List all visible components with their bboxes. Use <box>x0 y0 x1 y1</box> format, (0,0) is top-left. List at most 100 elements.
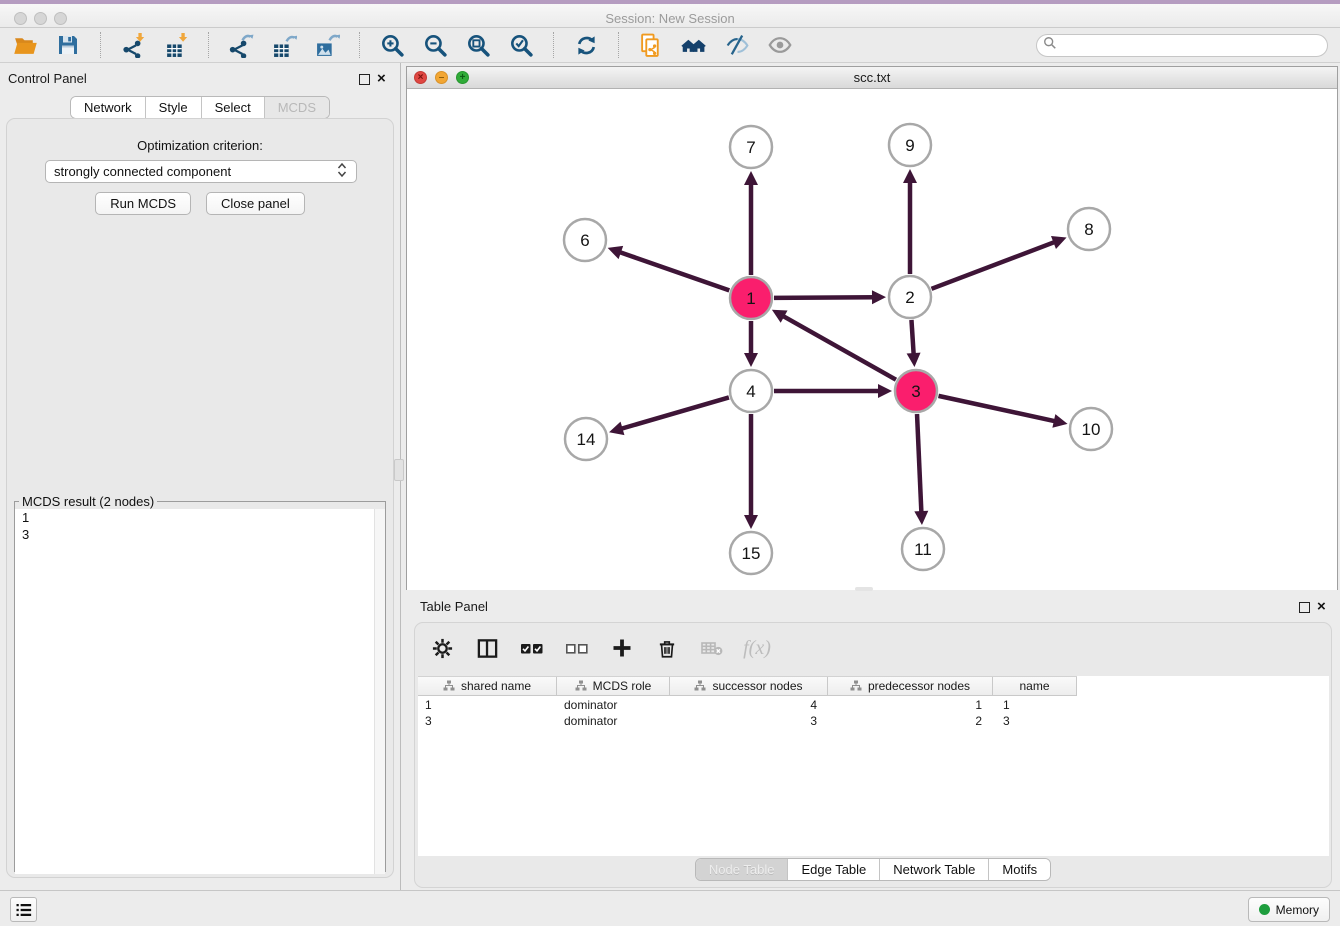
tab-node-table[interactable]: Node Table <box>696 859 789 880</box>
session-title: Session: New Session <box>0 11 1340 26</box>
graph-edge-arrowhead <box>609 422 624 435</box>
canvas-grip <box>855 587 873 591</box>
mcds-panel: Optimization criterion: strongly connect… <box>6 118 394 878</box>
export-table-icon[interactable] <box>271 32 297 58</box>
graph-edge-arrowhead <box>744 171 758 185</box>
control-panel-close-icon[interactable]: × <box>377 73 388 84</box>
import-network-icon[interactable] <box>120 32 146 58</box>
toolbar-separator <box>208 32 209 58</box>
delete-table-icon-disabled <box>699 635 725 661</box>
zoom-fit-icon[interactable] <box>465 32 491 58</box>
run-mcds-button[interactable]: Run MCDS <box>95 192 191 215</box>
close-panel-button[interactable]: Close panel <box>206 192 305 215</box>
memory-label: Memory <box>1276 903 1319 917</box>
hide-selected-icon[interactable] <box>724 32 750 58</box>
graph-node-label: 14 <box>577 430 596 449</box>
network-window-title: scc.txt <box>407 70 1337 85</box>
search-input[interactable] <box>1061 37 1327 55</box>
table-panel-close-icon[interactable]: × <box>1317 601 1328 612</box>
titlebar: Session: New Session <box>0 0 1340 28</box>
tab-motifs[interactable]: Motifs <box>989 859 1050 880</box>
graph-edge-arrowhead <box>1052 414 1067 428</box>
save-session-icon[interactable] <box>55 32 81 58</box>
table-settings-gear-icon[interactable] <box>429 635 455 661</box>
network-graph[interactable]: 1234678910111415 <box>407 89 1337 590</box>
graph-node-label: 3 <box>911 382 920 401</box>
graph-node-label: 4 <box>746 382 755 401</box>
network-view-window: × – + scc.txt 1234678910111415 <box>406 66 1338 590</box>
graph-node-label: 6 <box>580 231 589 250</box>
graph-node-label: 1 <box>746 289 755 308</box>
unselect-all-columns-icon[interactable] <box>564 635 590 661</box>
import-table-icon[interactable] <box>163 32 189 58</box>
tab-mcds[interactable]: MCDS <box>265 97 329 118</box>
table-panel-title: Table Panel <box>420 599 488 614</box>
mcds-result-title: MCDS result (2 nodes) <box>19 494 157 509</box>
reset-home-icon[interactable] <box>681 32 707 58</box>
tab-style[interactable]: Style <box>146 97 202 118</box>
toggle-column-panel-icon[interactable] <box>474 635 500 661</box>
graph-node-label: 10 <box>1082 420 1101 439</box>
graph-edge-arrowhead <box>608 246 624 259</box>
graph-edge-arrowhead <box>907 353 921 367</box>
tab-network[interactable]: Network <box>71 97 146 118</box>
panel-divider-grip[interactable] <box>394 459 404 481</box>
graph-edge-arrowhead <box>914 511 928 525</box>
delete-column-trash-icon[interactable] <box>654 635 680 661</box>
graph-edge-3-1[interactable] <box>781 315 896 380</box>
main-toolbar <box>0 28 1340 63</box>
tab-network-table[interactable]: Network Table <box>880 859 989 880</box>
search-icon <box>1043 36 1057 55</box>
column-header-mcds-role[interactable]: MCDS role <box>557 677 670 695</box>
column-type-icon <box>575 680 587 692</box>
optimization-criterion-select[interactable]: strongly connected component <box>45 160 357 183</box>
tab-edge-table[interactable]: Edge Table <box>788 859 880 880</box>
export-network-icon[interactable] <box>228 32 254 58</box>
toolbar-separator <box>618 32 619 58</box>
control-panel-title: Control Panel <box>8 71 87 86</box>
tab-select[interactable]: Select <box>202 97 265 118</box>
graph-edge-2-8[interactable] <box>932 241 1058 289</box>
column-header-name[interactable]: name <box>993 677 1077 695</box>
application-window: Session: New Session <box>0 0 1340 926</box>
graph-edge-4-14[interactable] <box>619 397 729 429</box>
result-scrollbar[interactable] <box>374 509 385 874</box>
column-type-icon <box>443 680 455 692</box>
select-all-columns-icon[interactable] <box>519 635 545 661</box>
graph-edge-2-3[interactable] <box>911 320 913 357</box>
table-panel-float-icon[interactable] <box>1299 602 1310 613</box>
network-window-titlebar[interactable]: × – + scc.txt <box>407 67 1337 89</box>
graph-edge-1-2[interactable] <box>774 297 876 298</box>
select-stepper-icon <box>336 162 348 181</box>
zoom-out-icon[interactable] <box>422 32 448 58</box>
table-row[interactable]: 3 dominator 3 2 3 <box>418 713 1329 729</box>
graph-edge-3-10[interactable] <box>938 396 1057 422</box>
open-file-icon[interactable] <box>12 32 38 58</box>
network-canvas[interactable]: 1234678910111415 <box>407 89 1337 590</box>
add-column-icon[interactable] <box>609 635 635 661</box>
open-in-cloud-icon[interactable] <box>638 32 664 58</box>
toolbar-separator <box>100 32 101 58</box>
zoom-selected-icon[interactable] <box>508 32 534 58</box>
column-header-predecessor-nodes[interactable]: predecessor nodes <box>828 677 993 695</box>
graph-node-label: 9 <box>905 136 914 155</box>
show-all-icon[interactable] <box>767 32 793 58</box>
memory-button[interactable]: Memory <box>1248 897 1330 922</box>
refresh-icon[interactable] <box>573 32 599 58</box>
task-history-button[interactable] <box>10 897 37 922</box>
mcds-result-item: 1 <box>15 509 385 526</box>
graph-edge-1-6[interactable] <box>617 251 729 290</box>
optimization-criterion-value: strongly connected component <box>54 164 231 179</box>
optimization-criterion-label: Optimization criterion: <box>7 138 393 153</box>
mcds-result-item: 3 <box>15 526 385 543</box>
graph-edge-arrowhead <box>872 290 886 304</box>
search-field[interactable] <box>1036 34 1328 57</box>
export-image-icon[interactable] <box>314 32 340 58</box>
graph-edge-3-11[interactable] <box>917 414 921 515</box>
table-row[interactable]: 1 dominator 4 1 1 <box>418 697 1329 713</box>
column-header-successor-nodes[interactable]: successor nodes <box>670 677 828 695</box>
zoom-in-icon[interactable] <box>379 32 405 58</box>
mcds-result-list[interactable]: 1 3 <box>15 509 385 874</box>
control-panel-float-icon[interactable] <box>359 74 370 85</box>
column-header-shared-name[interactable]: shared name <box>418 677 557 695</box>
